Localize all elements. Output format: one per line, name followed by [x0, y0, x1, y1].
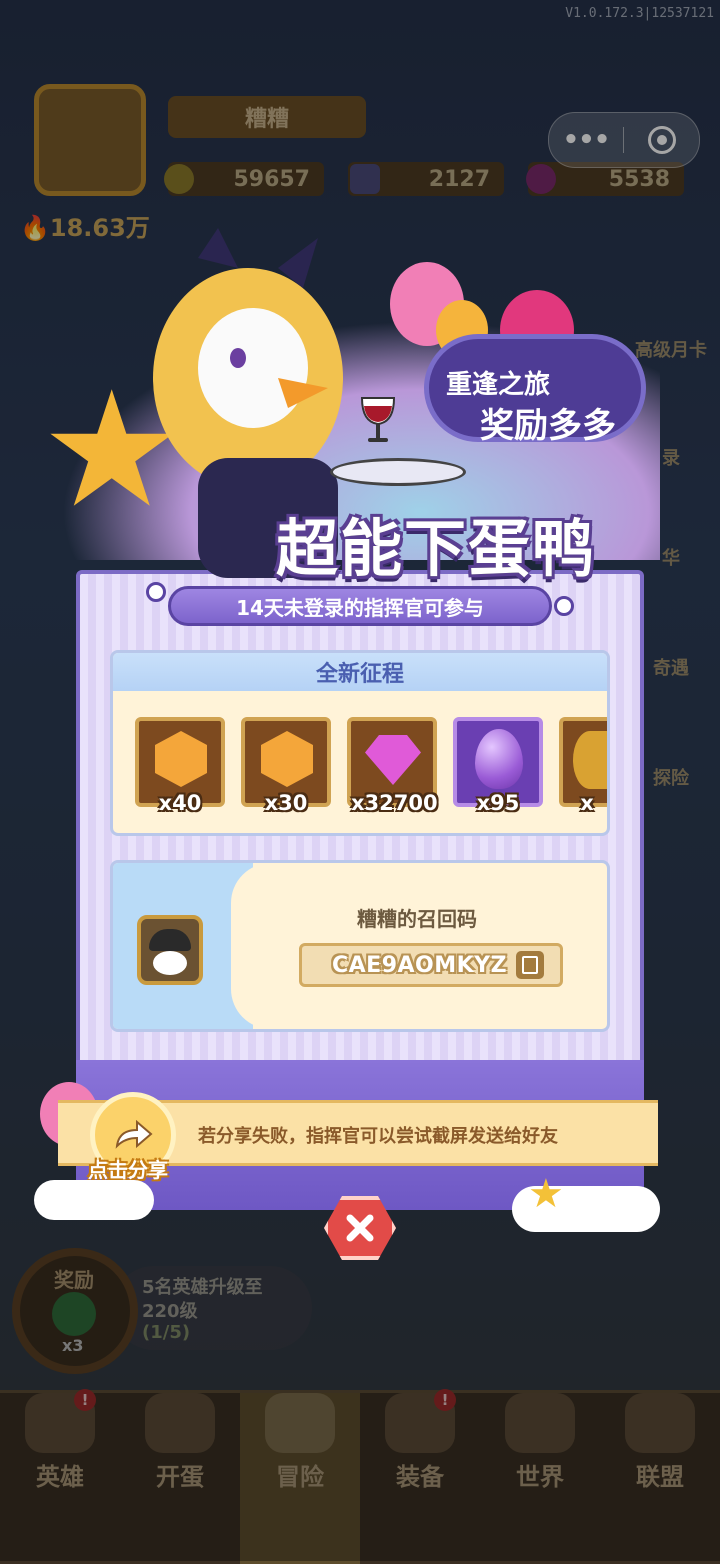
reward-item[interactable]: x95 — [453, 717, 543, 815]
reward-item[interactable]: x — [559, 717, 607, 815]
bubble-line-2: 奖励多多 — [480, 406, 616, 446]
code-avatar — [137, 915, 203, 985]
eligibility-text: 14天未登录的指挥官可参与 — [236, 595, 484, 620]
reward-qty: x30 — [264, 791, 308, 815]
pink-diamond-icon — [365, 735, 421, 785]
helmet-duck-icon — [149, 929, 191, 951]
eligibility-ribbon: 14天未登录的指挥官可参与 — [168, 586, 552, 626]
cloud-decoration-left — [34, 1180, 154, 1220]
reward-item[interactable]: x30 — [241, 717, 331, 815]
reward-item[interactable]: x32700 — [347, 717, 438, 815]
golden-egg-icon — [573, 731, 607, 789]
purple-egg-icon — [475, 729, 523, 789]
share-arrow-icon — [115, 1120, 153, 1149]
share-hint-text: 若分享失败，指挥官可以尝试截屏发送给好友 — [198, 1126, 558, 1147]
reward-qty: x32700 — [351, 791, 438, 815]
recall-code-value: CAE9AOMKYZ — [332, 952, 508, 978]
rewards-box: 全新征程 x40 x30 x32700 x95 x — [110, 650, 610, 836]
rewards-header: 全新征程 — [113, 653, 607, 691]
blue-hero-token-icon — [155, 731, 207, 787]
reward-qty: x — [580, 791, 594, 815]
recall-code-label: 糟糟的召回码 — [357, 907, 477, 931]
bubble-line-1: 重逢之旅 — [446, 370, 551, 400]
recall-code-box: 糟糟的召回码 CAE9AOMKYZ — [110, 860, 610, 1032]
recall-code-field: CAE9AOMKYZ — [299, 943, 563, 987]
ribbon-pin-left — [146, 582, 166, 602]
white-hero-token-icon — [261, 731, 313, 787]
share-label[interactable]: 点击分享 — [88, 1154, 168, 1183]
close-icon — [346, 1214, 374, 1242]
code-box-wave — [231, 863, 271, 1029]
wine-glass-icon — [360, 397, 396, 442]
reward-item[interactable]: x40 — [135, 717, 225, 815]
serving-tray-icon — [330, 458, 466, 486]
reward-qty: x95 — [476, 791, 520, 815]
duck-face — [153, 951, 187, 975]
copy-icon — [522, 956, 538, 974]
ribbon-pin-right — [554, 596, 574, 616]
copy-code-button[interactable] — [516, 951, 544, 979]
reward-qty: x40 — [158, 791, 202, 815]
small-star-icon: ★ — [528, 1171, 564, 1217]
event-title: 超能下蛋鸭 — [276, 512, 597, 585]
